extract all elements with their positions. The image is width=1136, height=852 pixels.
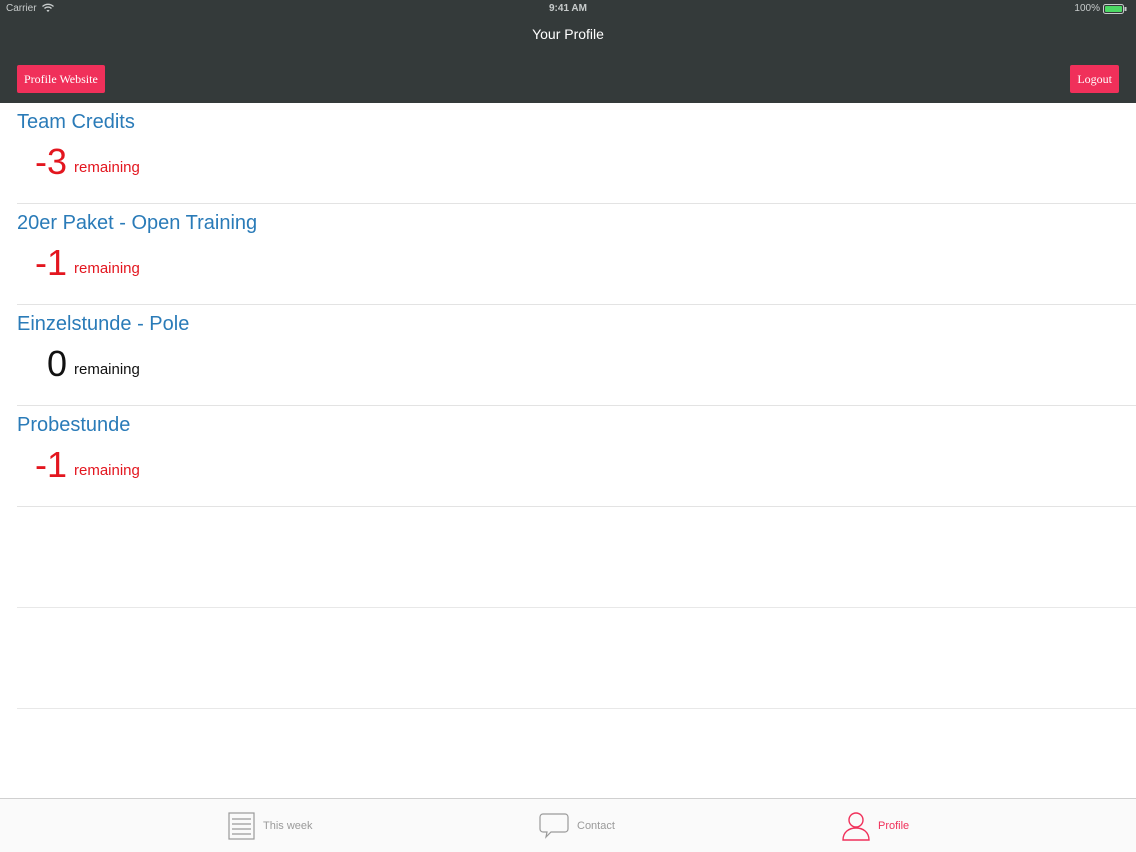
credit-title: Team Credits [17,111,135,133]
credit-count: -3 [34,141,67,182]
status-bar: Carrier 9:41 AM 100% [0,0,1136,18]
credit-row[interactable]: Einzelstunde - Pole 0 remaining [17,305,1136,406]
credit-remaining-label: remaining [74,260,140,277]
tab-label: Profile [878,820,910,832]
credit-title: 20er Paket - Open Training [17,212,258,234]
credit-remaining-label: remaining [74,361,140,378]
credit-remaining-label: remaining [74,462,140,479]
tab-this-week[interactable]: This week [228,799,313,852]
profile-website-button[interactable]: Profile Website [17,65,105,93]
status-time: 9:41 AM [549,3,587,14]
person-icon [842,812,870,841]
tab-bar: This week Contact Profile [0,798,1136,852]
battery-percentage: 100% [1074,3,1100,14]
navigation-header: Carrier 9:41 AM 100% Your Profile Profil… [0,0,1136,103]
credit-count: -1 [34,444,67,485]
credit-row[interactable]: 20er Paket - Open Training -1 remaining [17,204,1136,305]
empty-row [17,608,1136,709]
battery-icon [1103,4,1127,14]
credit-row[interactable]: Probestunde -1 remaining [17,406,1136,507]
tab-label: Contact [577,820,615,832]
credit-count: -1 [34,242,67,283]
credit-remaining-label: remaining [74,159,140,176]
page-title: Your Profile [532,26,604,42]
empty-row [17,507,1136,608]
credit-row[interactable]: Team Credits -3 remaining [17,103,1136,204]
credit-title: Probestunde [17,414,131,436]
tab-label: This week [263,820,313,832]
tab-profile[interactable]: Profile [842,799,909,852]
credit-title: Einzelstunde - Pole [17,313,190,335]
tab-contact[interactable]: Contact [539,799,615,852]
logout-button[interactable]: Logout [1070,65,1119,93]
credit-count: 0 [46,343,67,384]
credits-list: Team Credits -3 remaining 20er Paket - O… [0,103,1136,709]
chat-bubble-icon [539,813,569,839]
list-icon [228,812,255,840]
